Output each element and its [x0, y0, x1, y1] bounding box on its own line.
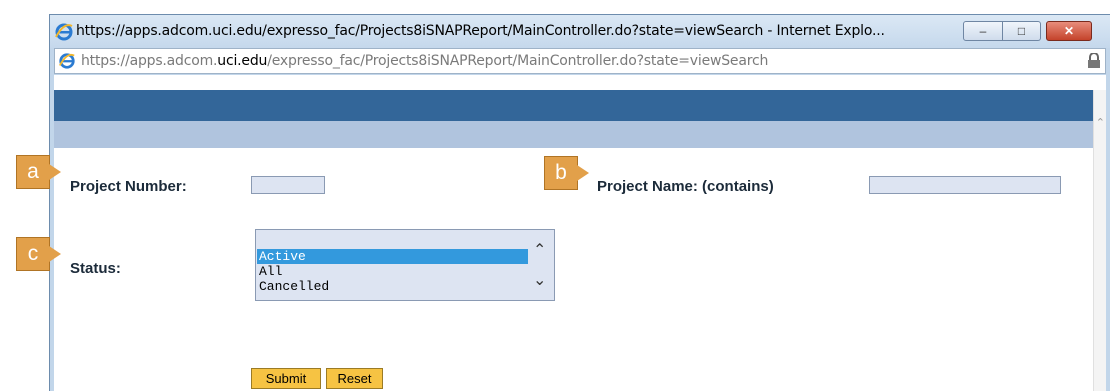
callout-marker-b: b	[544, 156, 589, 190]
close-button[interactable]: ✕	[1046, 21, 1092, 41]
title-bar[interactable]: https://apps.adcom.uci.edu/expresso_fac/…	[50, 15, 1110, 48]
url-prefix: https://apps.adcom.	[81, 53, 218, 69]
maximize-button[interactable]: □	[1003, 21, 1041, 41]
chevron-up-icon[interactable]: ⌃	[533, 240, 546, 260]
internet-explorer-icon	[55, 23, 73, 41]
callout-marker-a: a	[16, 155, 61, 189]
internet-explorer-icon	[59, 53, 75, 69]
header-band	[54, 90, 1093, 121]
chevron-up-icon[interactable]: ⌃	[1096, 116, 1105, 129]
scrollbar[interactable]: ⌃	[1093, 90, 1106, 391]
url-text[interactable]: https://apps.adcom.uci.edu/expresso_fac/…	[81, 53, 768, 69]
address-bar[interactable]: https://apps.adcom.uci.edu/expresso_fac/…	[54, 48, 1106, 74]
callout-marker-c: c	[16, 237, 61, 271]
status-listbox[interactable]: Active All Cancelled ⌃ ⌄	[255, 229, 555, 301]
chevron-down-icon[interactable]: ⌄	[533, 270, 546, 290]
page-content: ⌃ Project Number: Project Name: (contain…	[54, 75, 1106, 391]
reset-button[interactable]: Reset	[326, 368, 383, 389]
project-number-label: Project Number:	[70, 178, 187, 195]
minimize-button[interactable]: –	[963, 21, 1003, 41]
status-option-active[interactable]: Active	[257, 249, 528, 264]
project-name-label: Project Name: (contains)	[597, 178, 774, 195]
browser-window: https://apps.adcom.uci.edu/expresso_fac/…	[49, 14, 1110, 391]
status-option-cancelled[interactable]: Cancelled	[257, 279, 528, 294]
lock-icon	[1088, 53, 1100, 68]
url-domain: uci.edu	[217, 53, 268, 69]
project-number-input[interactable]	[251, 176, 325, 194]
status-label: Status:	[70, 260, 121, 277]
project-name-input[interactable]	[869, 176, 1061, 194]
submit-button[interactable]: Submit	[251, 368, 321, 389]
subheader-band	[54, 121, 1093, 148]
url-suffix: /expresso_fac/Projects8iSNAPReport/MainC…	[267, 53, 769, 69]
window-title: https://apps.adcom.uci.edu/expresso_fac/…	[76, 23, 885, 39]
status-option-all[interactable]: All	[257, 264, 528, 279]
